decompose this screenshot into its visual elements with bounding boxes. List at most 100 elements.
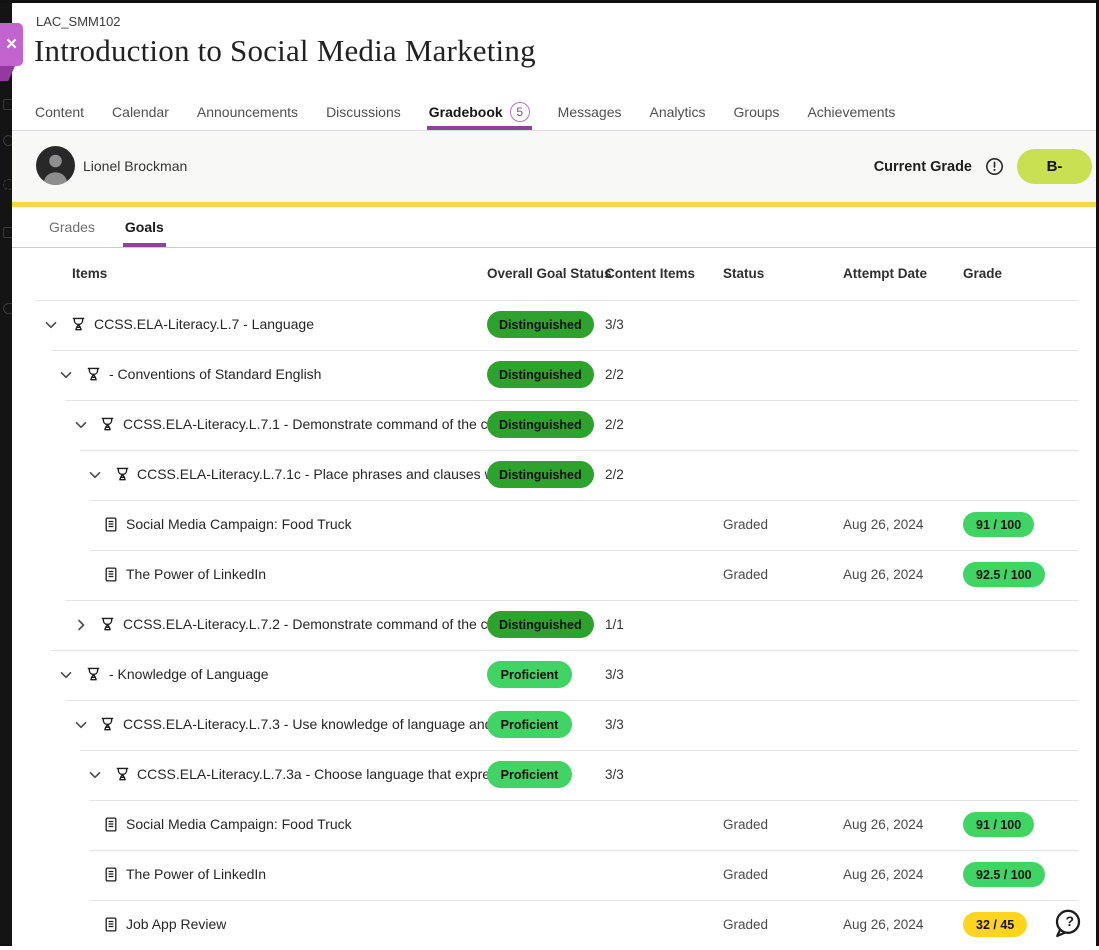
course-id: LAC_SMM102 bbox=[36, 14, 121, 29]
goal-label: CCSS.ELA-Literacy.L.7 - Language bbox=[94, 316, 314, 332]
goal-trophy-icon bbox=[114, 466, 131, 483]
subtab-grades[interactable]: Grades bbox=[47, 207, 97, 247]
goal-label: CCSS.ELA-Literacy.L.7.1 - Demonstrate co… bbox=[123, 416, 499, 432]
nav-tab-calendar[interactable]: Calendar bbox=[110, 93, 171, 130]
nav-tab-label: Analytics bbox=[649, 104, 705, 120]
col-grade: Grade bbox=[963, 266, 1002, 281]
grade-pill: 32 / 45 bbox=[963, 912, 1027, 937]
goal-trophy-icon bbox=[70, 316, 87, 333]
item-label: Social Media Campaign: Food Truck bbox=[126, 516, 352, 532]
sidebar-icon bbox=[3, 303, 12, 314]
document-icon bbox=[103, 516, 120, 533]
nav-tab-announcements[interactable]: Announcements bbox=[195, 93, 300, 130]
goal-label: - Knowledge of Language bbox=[109, 666, 269, 682]
overall-goal-status-badge: Distinguished bbox=[487, 411, 594, 438]
item-status: Graded bbox=[723, 517, 768, 532]
item-label: Job App Review bbox=[126, 916, 226, 932]
close-button-ribbon bbox=[0, 66, 15, 81]
goal-row: CCSS.ELA-Literacy.L.7 - Language Distingu… bbox=[12, 300, 1096, 350]
nav-tab-label: Achievements bbox=[807, 104, 895, 120]
goals-table-body: CCSS.ELA-Literacy.L.7 - Language Distingu… bbox=[12, 300, 1096, 950]
gradebook-subtabs: Grades Goals bbox=[12, 207, 1096, 248]
current-grade-area: Current Grade B- bbox=[874, 131, 1092, 202]
overall-goal-status-badge: Distinguished bbox=[487, 461, 594, 488]
content-item-row: The Power of LinkedInGradedAug 26, 20249… bbox=[12, 550, 1096, 600]
grade-pill: 91 / 100 bbox=[963, 812, 1034, 837]
goal-row: CCSS.ELA-Literacy.L.7.1c - Place phrases… bbox=[12, 450, 1096, 500]
goal-trophy-icon bbox=[85, 366, 102, 383]
nav-tab-content[interactable]: Content bbox=[33, 93, 86, 130]
close-panel-button[interactable]: × bbox=[0, 23, 23, 66]
goal-label: CCSS.ELA-Literacy.L.7.3a - Choose langua… bbox=[137, 766, 509, 782]
nav-tab-label: Gradebook bbox=[429, 104, 503, 120]
nav-tab-achievements[interactable]: Achievements bbox=[805, 93, 897, 130]
goal-trophy-icon bbox=[114, 766, 131, 783]
sidebar-icon bbox=[3, 135, 12, 146]
gradebook-count-badge: 5 bbox=[510, 102, 530, 122]
goal-label: CCSS.ELA-Literacy.L.7.1c - Place phrases… bbox=[137, 466, 509, 482]
info-icon[interactable] bbox=[985, 157, 1004, 176]
goal-row: - Conventions of Standard EnglishDisting… bbox=[12, 350, 1096, 400]
item-status: Graded bbox=[723, 867, 768, 882]
collapse-chevron-icon[interactable] bbox=[87, 467, 103, 483]
goal-row: - Knowledge of Language Proficient 3/3 bbox=[12, 650, 1096, 700]
collapse-chevron-icon[interactable] bbox=[43, 317, 59, 333]
current-grade-pill: B- bbox=[1017, 149, 1092, 184]
nav-tab-messages[interactable]: Messages bbox=[556, 93, 624, 130]
help-button[interactable] bbox=[1051, 907, 1083, 939]
grade-pill: 91 / 100 bbox=[963, 512, 1034, 537]
document-icon bbox=[103, 916, 120, 933]
attempt-date: Aug 26, 2024 bbox=[843, 917, 923, 932]
nav-tab-groups[interactable]: Groups bbox=[732, 93, 782, 130]
collapse-chevron-icon[interactable] bbox=[58, 667, 74, 683]
document-icon bbox=[103, 866, 120, 883]
grade-pill: 92.5 / 100 bbox=[963, 562, 1045, 587]
content-items-count: 1/1 bbox=[605, 617, 624, 632]
goal-row: CCSS.ELA-Literacy.L.7.3a - Choose langua… bbox=[12, 750, 1096, 800]
overall-goal-status-badge: Distinguished bbox=[487, 311, 594, 338]
content-items-count: 2/2 bbox=[605, 367, 624, 382]
sidebar-icon bbox=[3, 99, 12, 110]
content-items-count: 3/3 bbox=[605, 317, 624, 332]
sidebar-icon bbox=[3, 227, 12, 238]
current-grade-label: Current Grade bbox=[874, 159, 972, 175]
nav-tab-gradebook[interactable]: Gradebook 5 bbox=[427, 93, 532, 130]
subtab-goals[interactable]: Goals bbox=[123, 207, 166, 247]
nav-tab-analytics[interactable]: Analytics bbox=[647, 93, 707, 130]
collapse-chevron-icon[interactable] bbox=[73, 417, 89, 433]
sidebar-icon bbox=[3, 179, 12, 190]
goal-trophy-icon bbox=[85, 666, 102, 683]
nav-tab-label: Calendar bbox=[112, 104, 169, 120]
grade-pill: 92.5 / 100 bbox=[963, 862, 1045, 887]
content-item-row: Job App Review Graded Aug 26, 2024 32 / 45 bbox=[12, 900, 1096, 950]
overall-goal-status-badge: Proficient bbox=[487, 761, 572, 788]
close-icon: × bbox=[6, 34, 17, 56]
goal-row: CCSS.ELA-Literacy.L.7.2 - Demonstrate co… bbox=[12, 600, 1096, 650]
collapse-chevron-icon[interactable] bbox=[73, 717, 89, 733]
collapse-chevron-icon[interactable] bbox=[87, 767, 103, 783]
item-status: Graded bbox=[723, 567, 768, 582]
col-content-items: Content Items bbox=[605, 266, 695, 281]
gradebook-goals-page: × LAC_SMM102 Introduction to Social Medi… bbox=[0, 0, 1099, 946]
attempt-date: Aug 26, 2024 bbox=[843, 517, 923, 532]
collapse-chevron-icon[interactable] bbox=[58, 367, 74, 383]
attempt-date: Aug 26, 2024 bbox=[843, 817, 923, 832]
goal-row: CCSS.ELA-Literacy.L.7.1 - Demonstrate co… bbox=[12, 400, 1096, 450]
avatar bbox=[36, 146, 75, 185]
col-overall-status: Overall Goal Status bbox=[487, 266, 612, 281]
item-label: Social Media Campaign: Food Truck bbox=[126, 816, 352, 832]
goal-trophy-icon bbox=[99, 716, 116, 733]
content-items-count: 3/3 bbox=[605, 717, 624, 732]
content-item-row: The Power of LinkedInGradedAug 26, 20249… bbox=[12, 850, 1096, 900]
document-icon bbox=[103, 566, 120, 583]
content-items-count: 3/3 bbox=[605, 667, 624, 682]
expand-chevron-icon[interactable] bbox=[73, 617, 89, 633]
item-status: Graded bbox=[723, 917, 768, 932]
overall-goal-status-badge: Distinguished bbox=[487, 611, 594, 638]
nav-tab-discussions[interactable]: Discussions bbox=[324, 93, 403, 130]
content-items-count: 2/2 bbox=[605, 417, 624, 432]
nav-tab-label: Announcements bbox=[197, 104, 298, 120]
overall-goal-status-badge: Proficient bbox=[487, 661, 572, 688]
collapsed-sidebar bbox=[0, 3, 12, 944]
content-item-row: Social Media Campaign: Food Truck Graded A… bbox=[12, 500, 1096, 550]
